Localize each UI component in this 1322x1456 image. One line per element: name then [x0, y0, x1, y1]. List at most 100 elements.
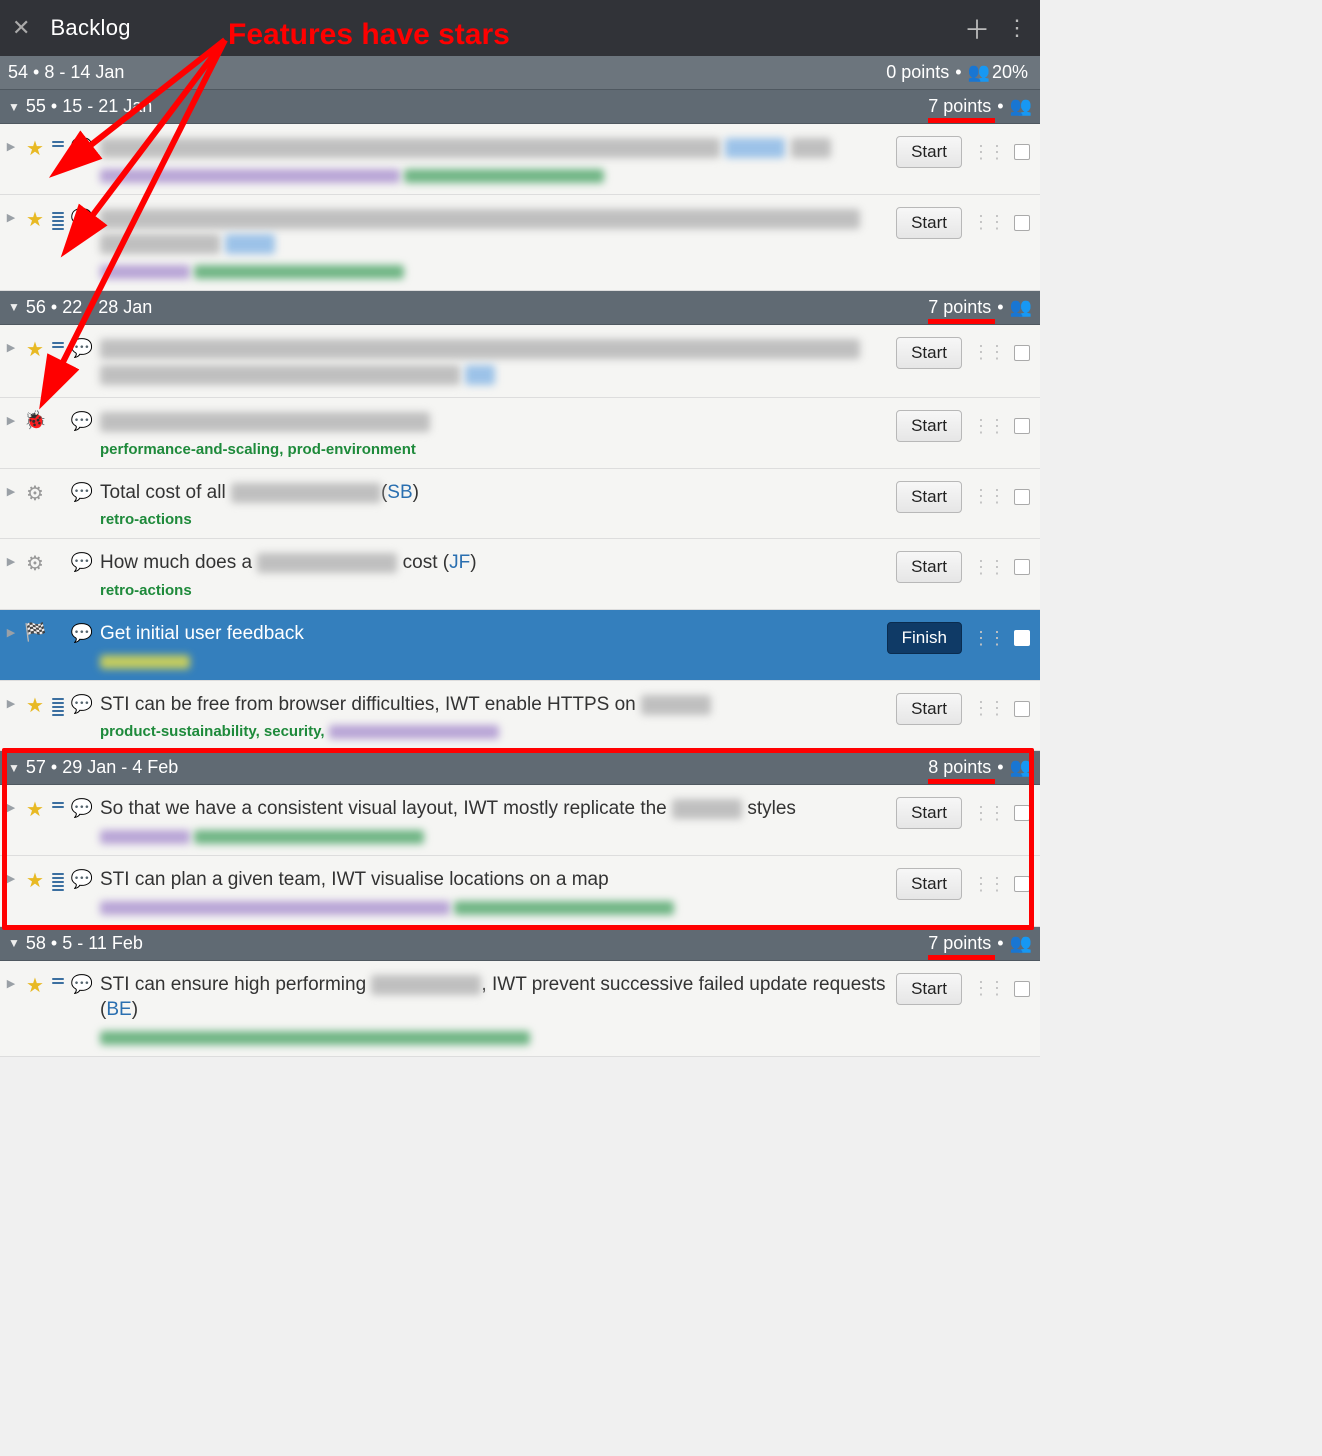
iteration-header-57[interactable]: ▼ 57 • 29 Jan - 4 Feb 8 points • 👥 — [0, 751, 1040, 785]
add-story-button[interactable]: ＋ — [964, 10, 990, 47]
story-row-release[interactable]: ▶ 🏁 💬 Get initial user feedback Finish ⋮… — [0, 610, 1040, 681]
story-row[interactable]: ▶ ⚙ 💬 Total cost of all (SB) retro-actio… — [0, 469, 1040, 540]
expand-icon[interactable]: ▶ — [4, 205, 18, 224]
story-title: Get initial user feedback — [100, 621, 881, 647]
people-icon: 👥 — [1010, 933, 1028, 954]
drag-handle-icon[interactable]: ⋮⋮ — [972, 874, 1004, 895]
iteration-header-58[interactable]: ▼ 58 • 5 - 11 Feb 7 points • 👥 — [0, 927, 1040, 961]
iteration-label: 57 • 29 Jan - 4 Feb — [26, 757, 928, 778]
comment-icon[interactable]: 💬 — [70, 408, 94, 432]
expand-icon[interactable]: ▶ — [4, 691, 18, 710]
drag-handle-icon[interactable]: ⋮⋮ — [972, 142, 1004, 163]
estimate-icon — [52, 795, 64, 808]
comment-icon[interactable]: 💬 — [70, 335, 94, 359]
story-title — [100, 409, 890, 435]
story-row[interactable]: ▶ ★ 💬 So that we have a consistent visua… — [0, 785, 1040, 856]
iteration-points: 8 points • 👥 — [928, 757, 1028, 778]
story-title — [100, 206, 890, 257]
comment-icon[interactable]: 💬 — [70, 620, 94, 644]
estimate-icon — [52, 620, 64, 627]
expand-icon[interactable]: ▶ — [4, 795, 18, 814]
start-button[interactable]: Start — [896, 973, 962, 1005]
expand-icon[interactable]: ▶ — [4, 971, 18, 990]
select-checkbox[interactable] — [1014, 345, 1030, 361]
drag-handle-icon[interactable]: ⋮⋮ — [972, 212, 1004, 233]
people-icon: 👥 — [1010, 96, 1028, 117]
story-row[interactable]: ▶ ★ 💬 STI can be free from browser diffi… — [0, 681, 1040, 752]
story-title: STI can plan a given team, IWT visualise… — [100, 867, 890, 893]
star-icon: ★ — [24, 335, 46, 362]
close-icon[interactable]: ✕ — [12, 15, 30, 41]
drag-handle-icon[interactable]: ⋮⋮ — [972, 803, 1004, 824]
drag-handle-icon[interactable]: ⋮⋮ — [972, 416, 1004, 437]
story-title: Total cost of all (SB) — [100, 480, 890, 506]
select-checkbox[interactable] — [1014, 981, 1030, 997]
story-row[interactable]: ▶ ★ 💬 STI can plan a given team, IWT vis… — [0, 856, 1040, 927]
iteration-header-56[interactable]: ▼ 56 • 22 - 28 Jan 7 points • 👥 — [0, 291, 1040, 325]
story-row[interactable]: ▶ ⚙ 💬 How much does a cost (JF) retro-ac… — [0, 539, 1040, 610]
comment-icon[interactable]: 💬 — [70, 795, 94, 819]
select-checkbox[interactable] — [1014, 559, 1030, 575]
comment-icon[interactable]: 💬 — [70, 205, 94, 229]
iteration-label: 55 • 15 - 21 Jan — [26, 96, 928, 117]
chevron-down-icon: ▼ — [8, 100, 20, 114]
start-button[interactable]: Start — [896, 410, 962, 442]
drag-handle-icon[interactable]: ⋮⋮ — [972, 486, 1004, 507]
start-button[interactable]: Start — [896, 337, 962, 369]
owner-initials: BE — [106, 999, 131, 1020]
drag-handle-icon[interactable]: ⋮⋮ — [972, 628, 1004, 649]
comment-icon[interactable]: 💬 — [70, 134, 94, 158]
iteration-points: 7 points • 👥 — [928, 933, 1028, 954]
story-row[interactable]: ▶ ★ 💬 Start ⋮⋮ — [0, 325, 1040, 398]
select-checkbox[interactable] — [1014, 805, 1030, 821]
story-labels: performance-and-scaling, prod-environmen… — [100, 441, 890, 458]
story-row[interactable]: ▶ ★ 💬 STI can ensure high performing , I… — [0, 961, 1040, 1057]
drag-handle-icon[interactable]: ⋮⋮ — [972, 342, 1004, 363]
start-button[interactable]: Start — [896, 868, 962, 900]
expand-icon[interactable]: ▶ — [4, 549, 18, 568]
drag-handle-icon[interactable]: ⋮⋮ — [972, 698, 1004, 719]
story-labels — [100, 263, 890, 280]
iteration-header-55[interactable]: ▼ 55 • 15 - 21 Jan 7 points • 👥 — [0, 90, 1040, 124]
start-button[interactable]: Start — [896, 481, 962, 513]
story-row[interactable]: ▶ ★ 💬 Start ⋮⋮ — [0, 195, 1040, 291]
drag-handle-icon[interactable]: ⋮⋮ — [972, 978, 1004, 999]
comment-icon[interactable]: 💬 — [70, 971, 94, 995]
bug-icon: 🐞 — [24, 408, 46, 431]
comment-icon[interactable]: 💬 — [70, 866, 94, 890]
story-row[interactable]: ▶ 🐞 💬 performance-and-scaling, prod-envi… — [0, 398, 1040, 469]
comment-icon[interactable]: 💬 — [70, 691, 94, 715]
comment-icon[interactable]: 💬 — [70, 479, 94, 503]
iteration-header-54[interactable]: 54 • 8 - 14 Jan 0 points • 👥20% — [0, 56, 1040, 90]
expand-icon[interactable]: ▶ — [4, 408, 18, 427]
story-row[interactable]: ▶ ★ 💬 Start ⋮⋮ — [0, 124, 1040, 195]
finish-button[interactable]: Finish — [887, 622, 962, 654]
select-checkbox[interactable] — [1014, 630, 1030, 646]
story-title: STI can be free from browser difficultie… — [100, 692, 890, 718]
people-icon: 👥 — [1010, 297, 1028, 318]
expand-icon[interactable]: ▶ — [4, 134, 18, 153]
story-labels: retro-actions — [100, 511, 890, 528]
expand-icon[interactable]: ▶ — [4, 866, 18, 885]
expand-icon[interactable]: ▶ — [4, 479, 18, 498]
start-button[interactable]: Start — [896, 693, 962, 725]
start-button[interactable]: Start — [896, 207, 962, 239]
select-checkbox[interactable] — [1014, 876, 1030, 892]
drag-handle-icon[interactable]: ⋮⋮ — [972, 557, 1004, 578]
start-button[interactable]: Start — [896, 136, 962, 168]
kebab-menu-icon[interactable]: ⋮ — [1006, 15, 1028, 41]
expand-icon[interactable]: ▶ — [4, 620, 18, 639]
story-labels — [100, 167, 890, 184]
select-checkbox[interactable] — [1014, 144, 1030, 160]
comment-icon[interactable]: 💬 — [70, 549, 94, 573]
expand-icon[interactable]: ▶ — [4, 335, 18, 354]
story-labels: retro-actions — [100, 582, 890, 599]
start-button[interactable]: Start — [896, 551, 962, 583]
select-checkbox[interactable] — [1014, 489, 1030, 505]
select-checkbox[interactable] — [1014, 215, 1030, 231]
start-button[interactable]: Start — [896, 797, 962, 829]
select-checkbox[interactable] — [1014, 701, 1030, 717]
story-labels — [100, 1029, 890, 1046]
story-title — [100, 336, 890, 387]
select-checkbox[interactable] — [1014, 418, 1030, 434]
